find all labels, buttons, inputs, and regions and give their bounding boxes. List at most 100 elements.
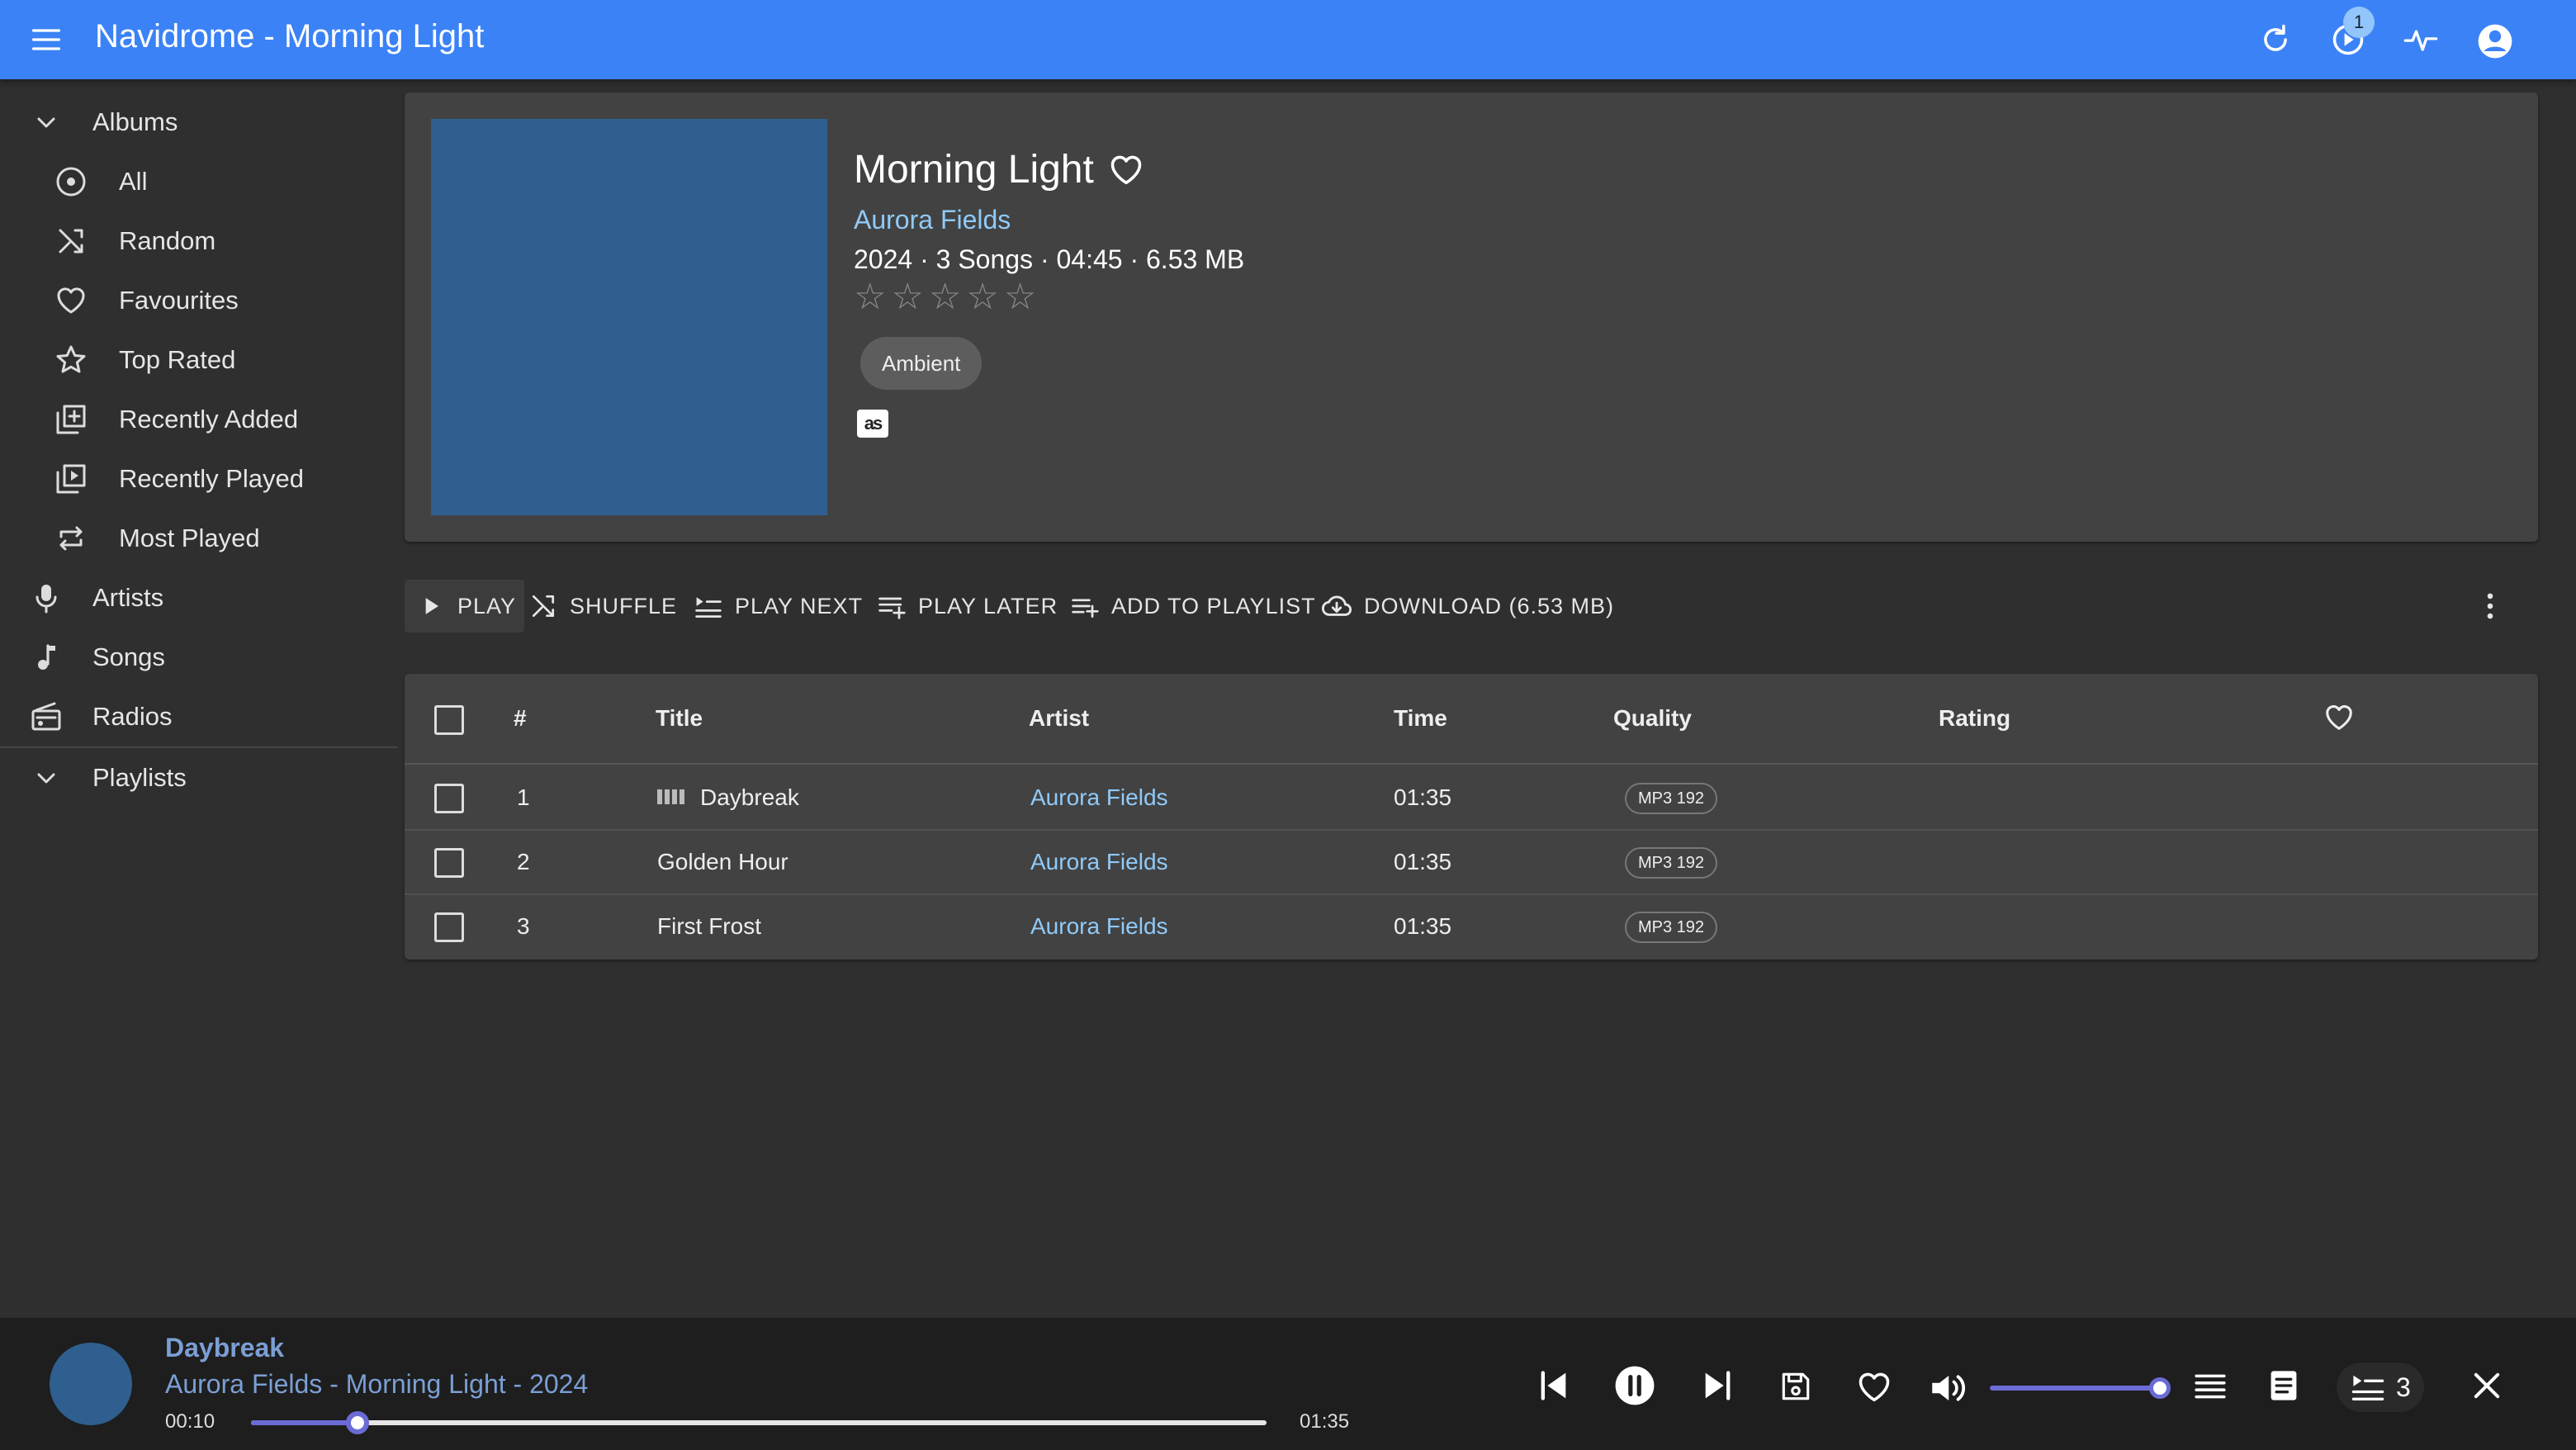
row-checkbox[interactable]: [434, 784, 464, 813]
lyrics-list-icon[interactable]: [2193, 1369, 2228, 1404]
video-library-icon: [54, 462, 88, 495]
track-artist-link[interactable]: Aurora Fields: [1030, 913, 1168, 940]
add-to-playlist-button[interactable]: ADD TO PLAYLIST: [1070, 580, 1316, 633]
column-header-title[interactable]: Title: [656, 705, 703, 732]
sidebar-item-favourites[interactable]: Favourites: [0, 274, 400, 327]
app-bar: Navidrome - Morning Light 1: [0, 0, 2576, 79]
skip-previous-icon[interactable]: [1536, 1367, 1572, 1404]
star-icon[interactable]: ☆: [966, 279, 998, 315]
playlist-add-icon: [1070, 591, 1100, 621]
menu-icon[interactable]: [28, 21, 64, 58]
heart-icon[interactable]: [1856, 1369, 1892, 1405]
track-artist-link[interactable]: Aurora Fields: [1030, 784, 1168, 811]
genre-chip[interactable]: Ambient: [860, 337, 983, 390]
play-later-button[interactable]: PLAY LATER: [877, 580, 1058, 633]
album-cover[interactable]: [431, 119, 827, 515]
repeat-icon: [54, 522, 88, 555]
track-title: First Frost: [657, 913, 761, 939]
volume-slider[interactable]: [1990, 1377, 2171, 1399]
rating-stars[interactable]: ☆ ☆ ☆ ☆ ☆: [854, 279, 1036, 315]
star-icon: [54, 344, 88, 377]
progress-handle[interactable]: [346, 1411, 369, 1434]
download-button[interactable]: DOWNLOAD (6.53 MB): [1321, 580, 1614, 633]
sidebar-item-songs[interactable]: Songs: [0, 631, 400, 684]
download-label: DOWNLOAD (6.53 MB): [1364, 593, 1615, 618]
volume-icon[interactable]: [1927, 1367, 1968, 1409]
star-icon[interactable]: ☆: [1004, 279, 1036, 315]
star-icon[interactable]: ☆: [891, 279, 923, 315]
sidebar-item-top-rated[interactable]: Top Rated: [0, 334, 400, 386]
column-header-artist[interactable]: Artist: [1029, 705, 1089, 732]
player-current-time: 00:10: [165, 1410, 215, 1433]
sidebar-item-recently-played[interactable]: Recently Played: [0, 453, 400, 505]
sidebar-item-label: Most Played: [119, 524, 260, 552]
shuffle-icon: [528, 591, 558, 621]
lyrics-icon[interactable]: [2266, 1367, 2302, 1404]
album-icon: [54, 165, 88, 198]
sidebar-item-artists[interactable]: Artists: [0, 571, 400, 624]
track-artist-link[interactable]: Aurora Fields: [1030, 849, 1168, 875]
now-playing-icon: [657, 789, 684, 804]
save-queue-icon[interactable]: [1778, 1369, 1813, 1404]
album-title: Morning Light: [854, 148, 1094, 192]
table-row[interactable]: 3 First Frost Aurora Fields 01:35 MP3 19…: [405, 895, 2538, 960]
volume-handle[interactable]: [2149, 1377, 2171, 1399]
play-next-button[interactable]: PLAY NEXT: [694, 580, 863, 633]
skip-next-icon[interactable]: [1699, 1367, 1735, 1404]
play-button[interactable]: PLAY: [405, 580, 525, 633]
play-queue-button[interactable]: 3: [2337, 1362, 2424, 1412]
sidebar-item-most-played[interactable]: Most Played: [0, 512, 400, 565]
column-header-quality[interactable]: Quality: [1613, 705, 1692, 732]
sidebar-item-label: Radios: [92, 702, 173, 731]
player-track-title[interactable]: Daybreak: [165, 1333, 284, 1363]
column-header-time[interactable]: Time: [1394, 705, 1447, 732]
album-actions-toolbar: PLAY SHUFFLE PLAY NEXT PLAY LATER ADD TO…: [405, 580, 2538, 633]
favourite-heart-icon[interactable]: [1108, 152, 1144, 188]
star-icon[interactable]: ☆: [929, 279, 961, 315]
sidebar-item-label: Songs: [92, 642, 165, 671]
shuffle-button[interactable]: SHUFFLE: [528, 580, 677, 633]
sidebar-item-label: Top Rated: [119, 345, 236, 374]
shuffle-icon: [54, 225, 88, 258]
album-artist-link[interactable]: Aurora Fields: [854, 205, 1011, 235]
sidebar-item-recently-added[interactable]: Recently Added: [0, 393, 400, 446]
pause-icon[interactable]: [1613, 1364, 1656, 1407]
row-checkbox[interactable]: [434, 848, 464, 878]
album-details-card: Morning Light Aurora Fields 2024 · 3 Son…: [405, 92, 2538, 542]
sidebar-item-label: Recently Played: [119, 464, 305, 493]
select-all-checkbox[interactable]: [434, 705, 464, 735]
more-vert-icon[interactable]: [2472, 588, 2508, 624]
pulse-icon[interactable]: [2403, 21, 2439, 58]
track-time: 01:35: [1394, 849, 1452, 874]
sidebar-section-albums[interactable]: Albums: [0, 96, 400, 149]
sidebar-item-all[interactable]: All: [0, 155, 400, 208]
sidebar-item-label: Random: [119, 226, 216, 255]
track-title: Daybreak: [700, 784, 799, 810]
player-progress-bar[interactable]: [251, 1411, 1267, 1434]
notification-badge: 1: [2343, 7, 2375, 38]
sidebar-section-playlists[interactable]: Playlists: [0, 751, 400, 804]
progress-fill: [251, 1420, 358, 1425]
column-header-rating[interactable]: Rating: [1939, 705, 2010, 732]
account-icon[interactable]: [2475, 21, 2515, 61]
sidebar-item-random[interactable]: Random: [0, 215, 400, 268]
track-title: Golden Hour: [657, 849, 788, 874]
star-icon[interactable]: ☆: [854, 279, 886, 315]
player-cover[interactable]: [50, 1343, 132, 1425]
table-row[interactable]: 1 Daybreak Aurora Fields 01:35 MP3 192: [405, 766, 2538, 831]
sidebar-item-radios[interactable]: Radios: [0, 690, 400, 743]
column-header-number[interactable]: #: [514, 705, 527, 732]
lastfm-icon[interactable]: as: [857, 410, 888, 438]
sidebar-divider: [0, 746, 398, 748]
player-track-subtitle[interactable]: Aurora Fields - Morning Light - 2024: [165, 1369, 588, 1400]
player-bar: Daybreak Aurora Fields - Morning Light -…: [0, 1318, 2576, 1450]
table-row[interactable]: 2 Golden Hour Aurora Fields 01:35 MP3 19…: [405, 831, 2538, 895]
refresh-icon[interactable]: [2257, 21, 2294, 58]
library-add-icon: [54, 403, 88, 436]
music-note-icon: [30, 641, 63, 674]
play-later-label: PLAY LATER: [918, 593, 1058, 618]
row-checkbox[interactable]: [434, 912, 464, 942]
close-icon[interactable]: [2469, 1367, 2505, 1404]
album-meta: 2024 · 3 Songs · 04:45 · 6.53 MB: [854, 244, 1245, 274]
player-duration: 01:35: [1300, 1410, 1350, 1433]
